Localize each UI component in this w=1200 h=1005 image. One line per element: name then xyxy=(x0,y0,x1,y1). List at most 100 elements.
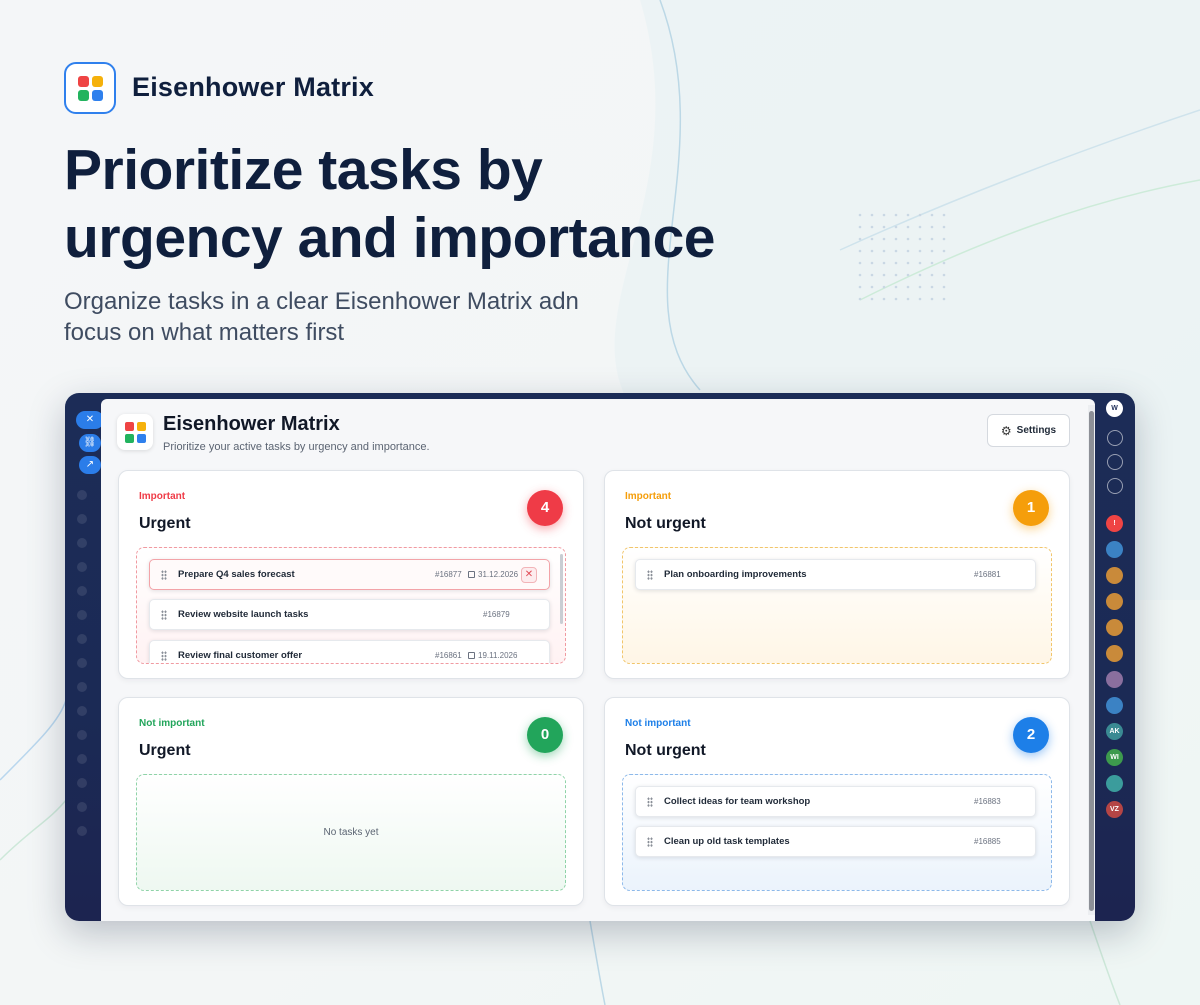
sidebar-item[interactable] xyxy=(77,586,87,596)
settings-label: Settings xyxy=(1016,425,1057,436)
task-title: Plan onboarding improvements xyxy=(664,569,807,580)
link-icon[interactable]: ⛓ xyxy=(79,434,101,452)
count-badge: 4 xyxy=(527,490,563,526)
chat-bubble-icon[interactable] xyxy=(1106,541,1123,558)
external-link-icon[interactable]: ↗ xyxy=(79,456,101,474)
user-avatar[interactable]: W xyxy=(1106,400,1123,417)
sidebar-item[interactable] xyxy=(77,826,87,836)
task-date-text: 19.11.2026 xyxy=(478,651,518,660)
task-id: #16883 xyxy=(974,797,1001,806)
contact-avatar[interactable]: AK xyxy=(1106,723,1123,740)
task-due-date: 19.11.2026 xyxy=(468,651,517,660)
task-card[interactable]: Plan onboarding improvements #16881 xyxy=(635,559,1036,590)
sidebar-item[interactable] xyxy=(77,562,87,572)
hero-app-name: Eisenhower Matrix xyxy=(132,72,374,102)
close-icon[interactable]: ✕ xyxy=(76,411,104,429)
task-title: Collect ideas for team workshop xyxy=(664,796,811,807)
count-badge: 0 xyxy=(527,717,563,753)
group-icon[interactable] xyxy=(1106,619,1123,636)
right-sidebar: W ! AK WI VZ xyxy=(1095,393,1135,921)
count-badge: 2 xyxy=(1013,717,1049,753)
globe-icon[interactable] xyxy=(1107,454,1123,470)
bell-icon[interactable] xyxy=(1107,430,1123,446)
app-logo-icon xyxy=(64,62,116,114)
task-card[interactable]: Collect ideas for team workshop #16883 xyxy=(635,786,1036,817)
task-card[interactable]: Review final customer offer #16861 19.11… xyxy=(149,640,550,663)
sidebar-item[interactable] xyxy=(77,634,87,644)
sidebar-item[interactable] xyxy=(77,610,87,620)
panel-scrollbar[interactable] xyxy=(1088,405,1095,915)
task-card[interactable]: Prepare Q4 sales forecast #16877 31.12.2… xyxy=(149,559,550,590)
matrix-panel: Eisenhower Matrix Prioritize your active… xyxy=(101,399,1095,921)
task-card[interactable]: Clean up old task templates #16885 xyxy=(635,826,1036,857)
dropzone-scrollbar[interactable] xyxy=(560,554,563,624)
page-subtitle: Prioritize your active tasks by urgency … xyxy=(163,441,430,453)
task-dropzone[interactable]: Prepare Q4 sales forecast #16877 31.12.2… xyxy=(136,547,566,664)
quadrant-label: Not important xyxy=(139,718,205,729)
count-badge: 1 xyxy=(1013,490,1049,526)
calendar-icon xyxy=(468,571,475,578)
drag-handle-icon[interactable] xyxy=(647,797,653,807)
drag-handle-icon[interactable] xyxy=(161,570,167,580)
task-dropzone[interactable]: No tasks yet xyxy=(136,774,566,891)
calendar-icon xyxy=(468,652,475,659)
sidebar-item[interactable] xyxy=(77,490,87,500)
logo-dot xyxy=(91,75,103,87)
quadrant-label: Important xyxy=(625,491,672,502)
quadrant-label: Not important xyxy=(625,718,691,729)
contact-avatar[interactable]: WI xyxy=(1106,749,1123,766)
app-window: ✕ ⛓ ↗ W ! AK WI VZ Eisenhower Matrix Pri… xyxy=(65,393,1135,921)
task-card[interactable]: Review website launch tasks #16879 xyxy=(149,599,550,630)
drag-handle-icon[interactable] xyxy=(647,570,653,580)
task-title: Review website launch tasks xyxy=(178,609,309,620)
quadrant-title: Not urgent xyxy=(625,742,706,759)
remove-task-button[interactable]: ✕ xyxy=(521,567,537,583)
sidebar-item[interactable] xyxy=(77,754,87,764)
scrollbar-thumb[interactable] xyxy=(1089,411,1094,911)
alert-icon[interactable]: ! xyxy=(1106,515,1123,532)
task-id: #16881 xyxy=(974,570,1001,579)
settings-button[interactable]: ⚙ Settings xyxy=(987,414,1070,447)
hero-subline: Organize tasks in a clear Eisenhower Mat… xyxy=(64,288,579,346)
bookmark-icon[interactable] xyxy=(1106,697,1123,714)
contact-avatar[interactable] xyxy=(1106,671,1123,688)
gear-icon: ⚙ xyxy=(1000,423,1012,438)
sidebar-item[interactable] xyxy=(77,730,87,740)
sidebar-item[interactable] xyxy=(77,538,87,548)
logo-dot xyxy=(124,421,134,431)
task-title: Review final customer offer xyxy=(178,650,303,661)
grid-icon[interactable] xyxy=(1106,775,1123,792)
quadrant-important-not-urgent: Important Not urgent 1 Plan onboarding i… xyxy=(604,470,1070,679)
logo-dot xyxy=(77,75,89,87)
drag-handle-icon[interactable] xyxy=(161,651,167,661)
task-dropzone[interactable]: Collect ideas for team workshop #16883 C… xyxy=(622,774,1052,891)
logo-dot xyxy=(124,433,134,443)
task-title: Clean up old task templates xyxy=(664,836,790,847)
task-id: #16877 xyxy=(435,570,462,579)
left-sidebar: ✕ ⛓ ↗ xyxy=(65,393,104,921)
chat-icon[interactable] xyxy=(1107,478,1123,494)
quadrant-title: Urgent xyxy=(139,742,191,759)
quadrant-not-important-not-urgent: Not important Not urgent 2 Collect ideas… xyxy=(604,697,1070,906)
sidebar-item[interactable] xyxy=(77,682,87,692)
sidebar-item[interactable] xyxy=(77,658,87,668)
sidebar-item[interactable] xyxy=(77,706,87,716)
task-due-date: 31.12.2026 xyxy=(468,570,518,579)
drag-handle-icon[interactable] xyxy=(647,837,653,847)
group-icon[interactable] xyxy=(1106,645,1123,662)
logo-dot xyxy=(136,433,146,443)
task-id: #16861 xyxy=(435,651,462,660)
contact-avatar[interactable]: VZ xyxy=(1106,801,1123,818)
task-date-text: 31.12.2026 xyxy=(478,570,519,579)
group-icon[interactable] xyxy=(1106,593,1123,610)
task-dropzone[interactable]: Plan onboarding improvements #16881 xyxy=(622,547,1052,664)
empty-state-text: No tasks yet xyxy=(323,827,379,838)
drag-handle-icon[interactable] xyxy=(161,610,167,620)
quadrant-label: Important xyxy=(139,491,186,502)
task-id: #16885 xyxy=(974,837,1001,846)
task-title: Prepare Q4 sales forecast xyxy=(178,569,295,580)
sidebar-item[interactable] xyxy=(77,802,87,812)
sidebar-item[interactable] xyxy=(77,778,87,788)
sidebar-item[interactable] xyxy=(77,514,87,524)
group-icon[interactable] xyxy=(1106,567,1123,584)
